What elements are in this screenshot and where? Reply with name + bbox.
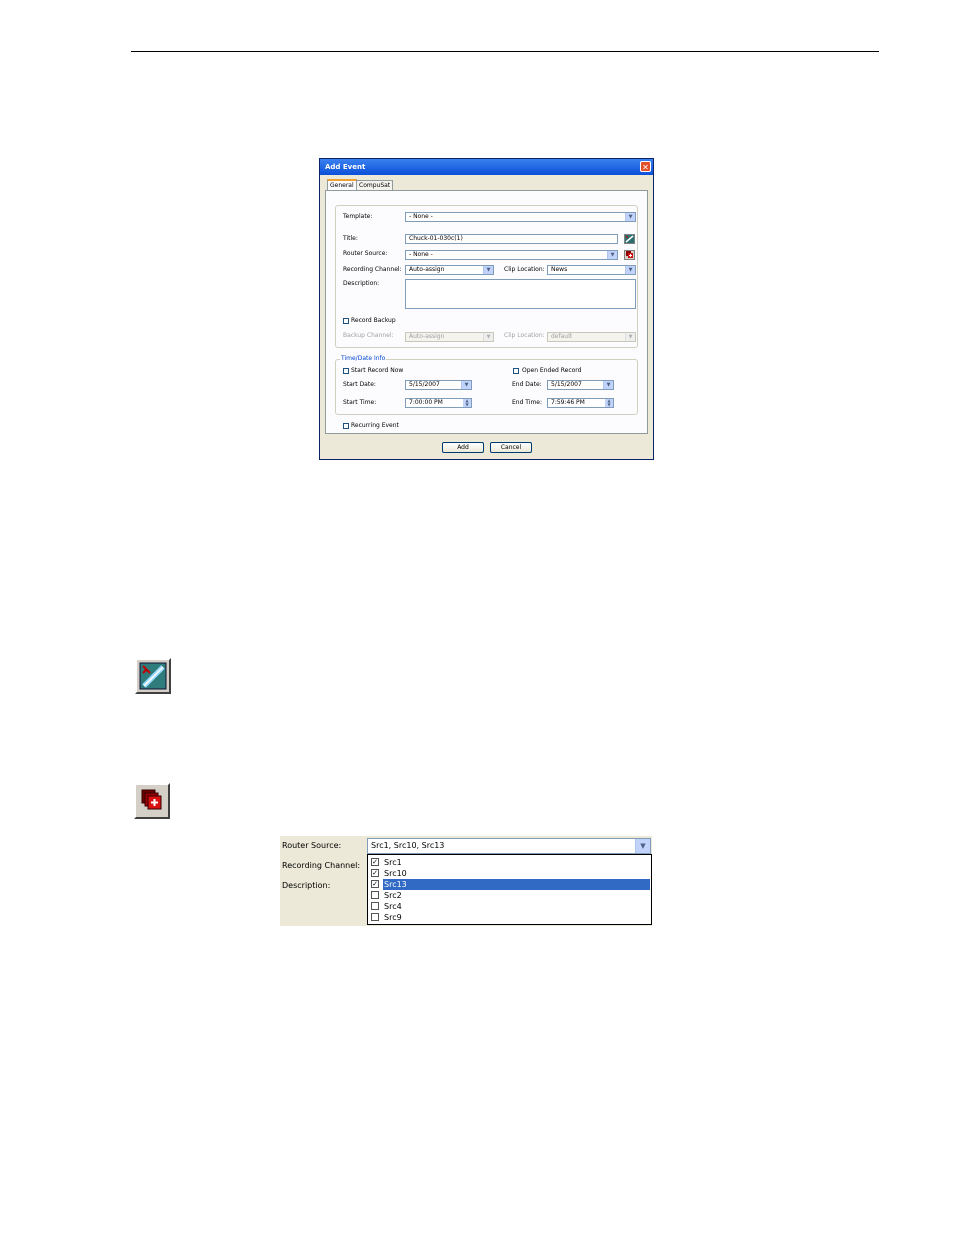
backup-clip-location-label: Clip Location: [504,332,545,339]
router-source-label: Router Source: [282,841,342,850]
start-date-value: 5/15/2007 [409,381,440,388]
start-time-value: 7:00:00 PM [409,399,443,406]
open-ended-record-checkbox[interactable] [513,368,519,374]
start-date-label: Start Date: [343,381,376,388]
list-item[interactable]: ✓ Src1 [369,857,650,868]
checkbox-checked[interactable]: ✓ [371,880,379,888]
title-label: Title: [343,235,358,242]
chevron-down-icon[interactable]: ▼ [635,839,650,853]
end-date-value: 5/15/2007 [551,381,582,388]
start-record-now-checkbox[interactable] [343,368,349,374]
spin-updown-icon[interactable]: ▲ ▼ [463,399,471,407]
end-time-spinner[interactable]: 7:59:46 PM ▲ ▼ [547,398,614,408]
time-date-legend: Time/Date Info [340,355,387,362]
start-record-now-label: Start Record Now [351,367,404,374]
checkbox-checked[interactable]: ✓ [371,858,379,866]
end-time-value: 7:59:46 PM [551,399,585,406]
checkbox-unchecked[interactable] [371,913,379,921]
list-item[interactable]: ✓ Src13 [369,879,650,890]
header-rule [131,51,879,52]
dialog-title: Add Event [325,163,366,171]
router-source-value: Src1, Src10, Src13 [371,841,445,850]
cancel-button[interactable]: Cancel [490,442,532,453]
multi-source-icon [141,789,162,810]
backup-channel-label: Backup Channel: [343,332,394,339]
list-item-label: Src10 [384,869,407,878]
list-item[interactable]: Src4 [369,901,650,912]
template-value: - None - [409,213,433,220]
start-date-picker[interactable]: 5/15/2007 ▼ [405,380,472,390]
backup-channel-select[interactable]: Auto-assign ▼ [405,332,494,342]
chevron-down-icon[interactable]: ▼ [625,213,635,221]
recording-channel-select[interactable]: Auto-assign ▼ [405,265,494,275]
end-time-label: End Time: [512,399,543,406]
checkbox-checked[interactable]: ✓ [371,869,379,877]
spin-updown-icon[interactable]: ▲ ▼ [605,399,613,407]
add-button[interactable]: Add [442,442,484,453]
dialog-titlebar[interactable]: Add Event ✕ [320,159,653,175]
recording-channel-label: Recording Channel: [343,266,402,273]
router-source-select[interactable]: Src1, Src10, Src13 ▼ [367,838,651,854]
checkbox-unchecked[interactable] [371,891,379,899]
router-source-value: - None - [409,251,433,258]
rename-icon [139,662,167,690]
title-value: Chuck-01-030c(1) [409,235,463,242]
chevron-down-icon[interactable]: ▼ [625,333,635,341]
rename-icon [625,235,634,243]
multi-source-icon [626,251,633,258]
router-source-dropdown-crop: Router Source: Recording Channel: Descri… [280,836,652,926]
end-date-label: End Date: [512,381,542,388]
clip-location-value: News [551,266,568,273]
list-item-label: Src1 [384,858,402,867]
list-item-label: Src9 [384,913,402,922]
open-ended-record-label: Open Ended Record [522,367,582,374]
recording-channel-value: Auto-assign [409,266,445,273]
add-event-dialog: Add Event ✕ General CompuSat Template: -… [319,158,654,460]
close-icon: ✕ [642,163,649,172]
recurring-event-label: Recurring Event [351,422,399,429]
description-label: Description: [343,280,380,287]
description-label: Description: [282,881,331,890]
recording-channel-label: Recording Channel: [282,861,361,870]
chevron-down-icon[interactable]: ▼ [607,251,617,259]
multi-source-button[interactable] [624,250,635,260]
rename-button[interactable] [624,234,635,244]
chevron-down-icon[interactable]: ▼ [625,266,635,274]
multi-source-icon-large [134,783,170,819]
checkbox-unchecked[interactable] [371,902,379,910]
close-button[interactable]: ✕ [640,161,651,172]
router-source-select[interactable]: - None - ▼ [405,250,618,260]
backup-clip-location-value: default [551,333,573,340]
router-source-list: ✓ Src1 ✓ Src10 ✓ Src13 Src2 Src4 Src9 [367,854,652,925]
template-select[interactable]: - None - ▼ [405,212,636,222]
list-item[interactable]: Src9 [369,912,650,923]
general-tab-panel: Template: - None - ▼ Title: Chuck-01-030… [325,190,648,434]
backup-clip-location-select[interactable]: default ▼ [547,332,636,342]
list-item[interactable]: ✓ Src10 [369,868,650,879]
event-details-group [335,205,638,348]
clip-location-label: Clip Location: [504,266,545,273]
list-item-label: Src13 [383,879,650,890]
backup-channel-value: Auto-assign [409,333,445,340]
record-backup-label: Record Backup [351,317,396,324]
title-input[interactable]: Chuck-01-030c(1) [405,234,618,244]
list-item-label: Src4 [384,902,402,911]
start-time-spinner[interactable]: 7:00:00 PM ▲ ▼ [405,398,472,408]
router-source-label: Router Source: [343,250,388,257]
description-textarea[interactable] [405,279,636,309]
rename-icon-large [135,658,171,694]
template-label: Template: [343,213,373,220]
end-date-picker[interactable]: 5/15/2007 ▼ [547,380,614,390]
clip-location-select[interactable]: News ▼ [547,265,636,275]
chevron-down-icon[interactable]: ▼ [483,266,493,274]
chevron-down-icon[interactable]: ▼ [461,381,471,389]
record-backup-checkbox[interactable] [343,318,349,324]
start-time-label: Start Time: [343,399,377,406]
chevron-down-icon[interactable]: ▼ [483,333,493,341]
list-item-label: Src2 [384,891,402,900]
list-item[interactable]: Src2 [369,890,650,901]
chevron-down-icon[interactable]: ▼ [603,381,613,389]
recurring-event-checkbox[interactable] [343,423,349,429]
